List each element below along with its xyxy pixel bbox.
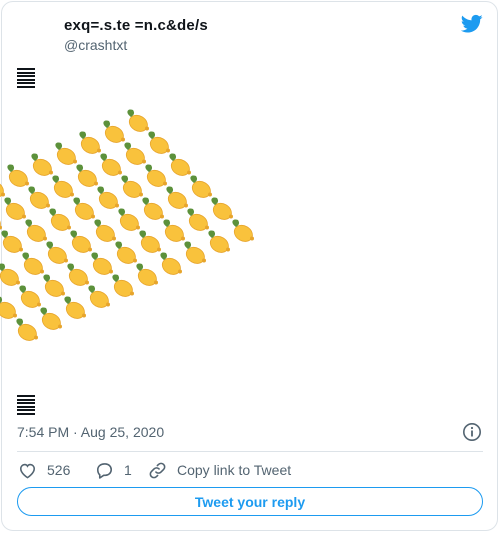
- tweet-your-reply-button[interactable]: Tweet your reply: [17, 487, 483, 516]
- horizontal-bars-glyph: [17, 395, 35, 415]
- copy-link-label: Copy link to Tweet: [177, 462, 292, 478]
- tweet-timestamp[interactable]: 7:54 PM · Aug 25, 2020: [17, 424, 164, 440]
- info-icon[interactable]: [462, 422, 482, 442]
- reply-count: 1: [124, 462, 132, 478]
- like-count: 526: [47, 462, 71, 478]
- copy-link-button[interactable]: Copy link to Tweet: [148, 459, 291, 481]
- reply-action-button[interactable]: 1: [95, 459, 132, 481]
- link-icon: [149, 462, 166, 478]
- heart-icon: [19, 463, 36, 479]
- divider: [17, 451, 483, 452]
- author-handle[interactable]: @crashtxt: [64, 37, 127, 53]
- avatar[interactable]: [14, 14, 54, 54]
- twitter-bird-icon[interactable]: [461, 14, 483, 34]
- author-display-name[interactable]: exq=.s.te =n.c&de/s: [64, 17, 208, 34]
- horizontal-bars-glyph: [17, 68, 35, 88]
- reply-bubble-icon: [96, 462, 113, 479]
- like-button[interactable]: 526: [18, 459, 70, 481]
